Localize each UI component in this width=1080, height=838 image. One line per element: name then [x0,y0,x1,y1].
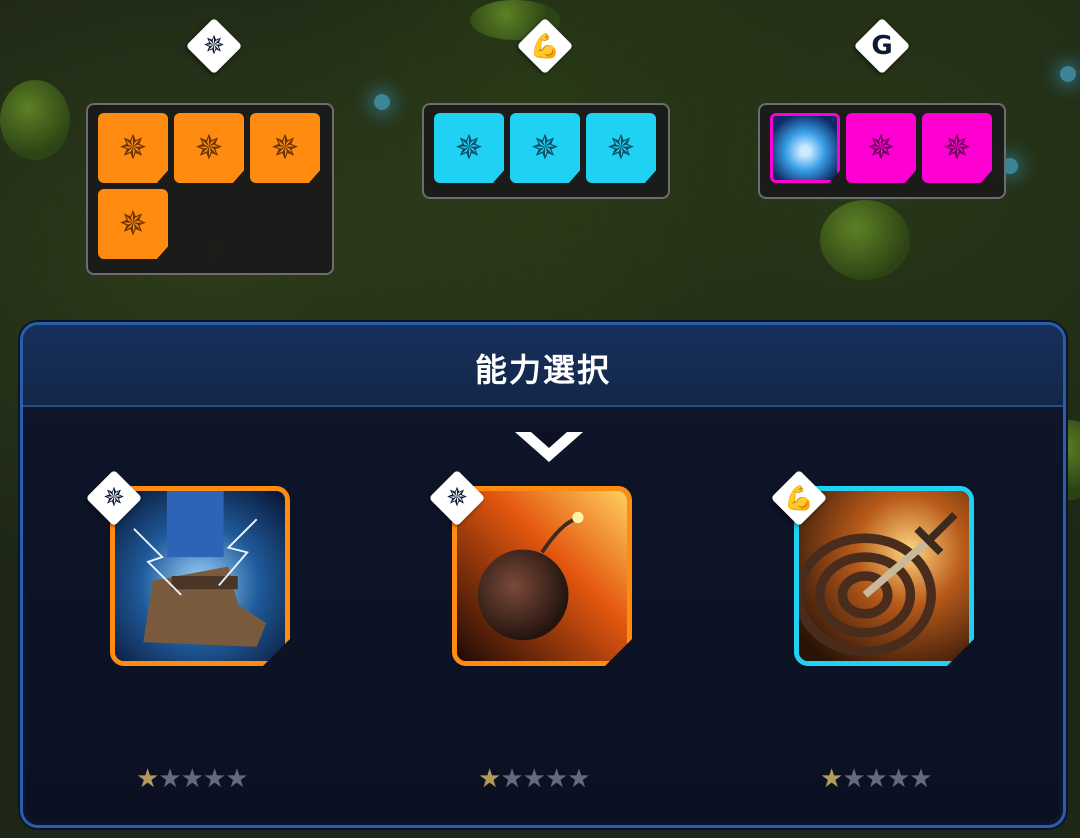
star-filled-icon: ★ [478,764,501,794]
crystal-ability-tile [770,113,840,183]
shuriken-icon: ✵ [446,483,468,513]
ability-slot-tile: ✵ [98,113,168,183]
shuriken-icon: ✵ [942,128,972,168]
ability-slot-tile: ✵ [846,113,916,183]
star-empty-icon: ★ [522,764,546,794]
shuriken-icon: ✵ [866,128,896,168]
background-glow [1060,66,1076,82]
star-empty-icon: ★ [500,764,523,794]
star-rating: ★★★★★ [136,764,249,794]
star-empty-icon: ★ [158,764,181,794]
background-bush [0,80,70,160]
star-rating: ★★★★★ [820,764,933,794]
star-empty-icon: ★ [202,764,226,794]
shuriken-icon: ✵ [194,128,224,168]
panel-title: 能力選択 [474,351,611,389]
background-bush [820,200,910,280]
shuriken-icon: ✵ [118,128,148,168]
star-empty-icon: ★ [180,764,204,794]
ability-slot-tile: ✵ [250,113,320,183]
star-rating: ★★★★★ [478,764,591,794]
ability-slot-tile: ✵ [174,113,244,183]
muscle-arm-icon: 💪 [530,32,560,60]
ability-slot-tile: ✵ [98,189,168,259]
shuriken-icon: ✵ [454,128,484,168]
background-glow [374,94,390,110]
star-filled-icon: ★ [820,764,843,794]
ability-slot-tile: ✵ [586,113,656,183]
muscle-arm-icon: 💪 [784,484,814,512]
shuriken-icon: ✵ [530,128,560,168]
shuriken-icon: ✵ [103,483,125,513]
shuriken-icon: ✵ [203,31,225,61]
shuriken-icon: ✵ [270,128,300,168]
star-empty-icon: ★ [544,764,568,794]
star-filled-icon: ★ [136,764,159,794]
star-empty-icon: ★ [864,764,888,794]
ability-slot-tile: ✵ [434,113,504,183]
spiral-g-icon: G [871,31,893,61]
ability-slot-tile: ✵ [510,113,580,183]
star-empty-icon: ★ [567,764,590,794]
star-empty-icon: ★ [225,764,248,794]
ability-slot-tile: ✵ [922,113,992,183]
shuriken-icon: ✵ [606,128,636,168]
star-empty-icon: ★ [909,764,932,794]
shuriken-icon: ✵ [118,204,148,244]
chevron-down-icon [515,432,583,462]
star-empty-icon: ★ [842,764,865,794]
star-empty-icon: ★ [886,764,910,794]
